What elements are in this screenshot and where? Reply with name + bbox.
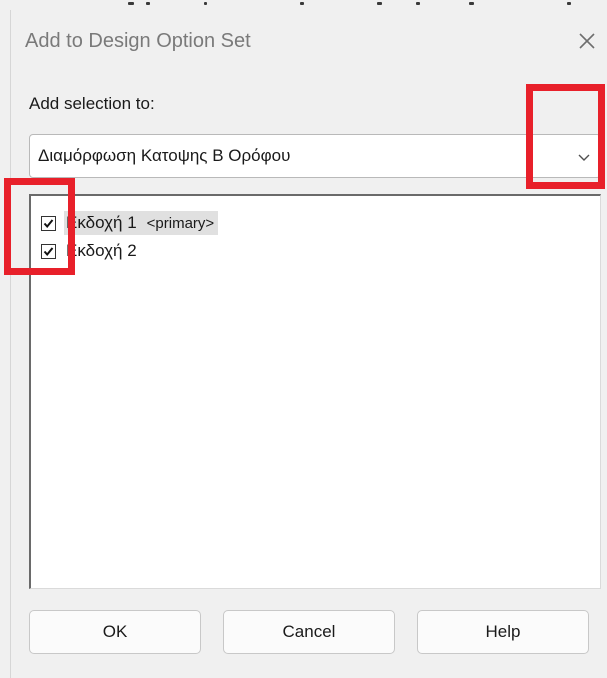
cropped-text-fragment: [300, 2, 304, 5]
cropped-window-edge: [0, 0, 607, 10]
dropdown-selected-value: Διαμόρφωση Κατοψης Β Ορόφου: [38, 146, 291, 165]
cropped-text-fragment: [146, 2, 150, 5]
close-icon: [579, 33, 595, 49]
ok-button[interactable]: OK: [29, 610, 201, 654]
list-item-option-2[interactable]: Εκδοχή 2: [41, 238, 141, 264]
list-item-option-1[interactable]: Εκδοχή 1 <primary>: [41, 210, 219, 236]
cropped-text-fragment: [128, 2, 134, 5]
design-option-set-dropdown[interactable]: Διαμόρφωση Κατοψης Β Ορόφου: [29, 134, 601, 178]
option-2-checkbox[interactable]: [41, 243, 56, 259]
cropped-text-fragment: [567, 2, 571, 5]
design-option-set-dialog: Add to Design Option Set Add selection t…: [10, 10, 607, 678]
cropped-text-fragment: [469, 2, 474, 5]
option-2-label: Εκδοχή 2: [66, 241, 137, 260]
dialog-title: Add to Design Option Set: [25, 30, 251, 52]
cropped-text-fragment: [377, 2, 382, 5]
primary-tag: <primary>: [146, 215, 215, 232]
help-button[interactable]: Help: [417, 610, 589, 654]
checkmark-icon: [43, 218, 54, 228]
design-options-list[interactable]: Εκδοχή 1 <primary> Εκδοχή 2: [29, 194, 601, 589]
option-1-checkbox[interactable]: [41, 215, 56, 231]
chevron-down-icon[interactable]: [574, 147, 594, 167]
add-selection-label: Add selection to:: [29, 94, 155, 113]
cropped-text-fragment: [204, 2, 207, 5]
checkmark-icon: [43, 246, 54, 256]
option-1-label: Εκδοχή 1 <primary>: [64, 211, 219, 235]
dialog-titlebar: Add to Design Option Set: [11, 10, 607, 72]
option-1-name: Εκδοχή 1: [66, 213, 137, 232]
cancel-button[interactable]: Cancel: [223, 610, 395, 654]
close-button[interactable]: [572, 26, 602, 56]
cropped-text-fragment: [416, 2, 420, 5]
